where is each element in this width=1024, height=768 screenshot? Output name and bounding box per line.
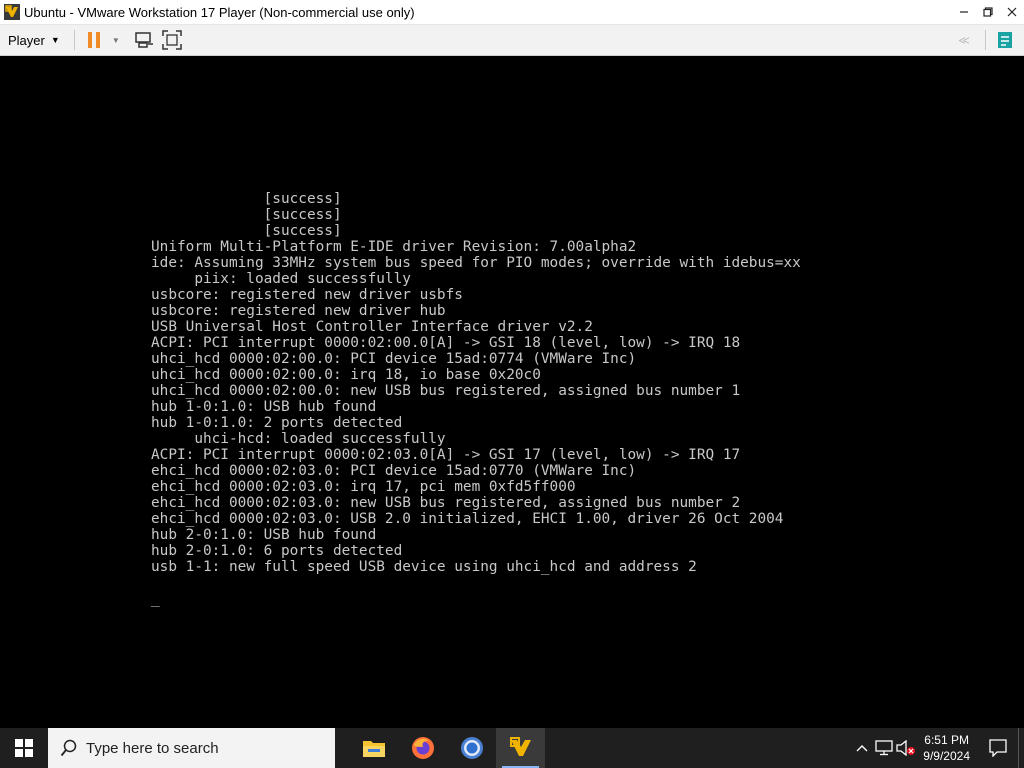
vmware-player-icon: [508, 736, 533, 760]
taskbar-chrome[interactable]: [447, 728, 496, 768]
player-menu[interactable]: Player ▼: [0, 25, 68, 55]
console-cursor: _: [151, 591, 160, 607]
toolbar-divider: [73, 30, 75, 50]
console-line: ACPI: PCI interrupt 0000:02:00.0[A] -> G…: [151, 335, 741, 351]
notes-button[interactable]: [992, 27, 1018, 53]
windows-taskbar: Type here to search 6:51 PM 9/9/2024: [0, 728, 1024, 768]
taskbar-file-explorer[interactable]: [349, 728, 398, 768]
window-title: Ubuntu - VMware Workstation 17 Player (N…: [24, 4, 415, 20]
player-menu-label: Player: [8, 32, 45, 48]
console-line: [success]: [151, 191, 342, 207]
pause-dropdown-button[interactable]: ▼: [109, 27, 123, 53]
send-ctrl-alt-del-button[interactable]: [131, 27, 157, 53]
start-button[interactable]: [0, 728, 48, 768]
tray-overflow-button[interactable]: [851, 744, 873, 752]
chrome-icon: [460, 737, 483, 759]
pause-icon: [87, 32, 100, 48]
console-line: ehci_hcd 0000:02:03.0: PCI device 15ad:0…: [151, 463, 637, 479]
volume-button[interactable]: [895, 740, 917, 756]
back-button[interactable]: ≪: [951, 27, 977, 53]
console-line: hub 1-0:1.0: USB hub found: [151, 399, 377, 415]
console-line: ACPI: PCI interrupt 0000:02:03.0[A] -> G…: [151, 447, 741, 463]
fullscreen-button[interactable]: [159, 27, 185, 53]
notification-icon: [989, 739, 1007, 757]
send-ctrl-alt-del-icon: [135, 32, 153, 48]
fullscreen-icon: [162, 30, 182, 50]
file-explorer-icon: [362, 741, 385, 757]
minimize-button[interactable]: [952, 0, 976, 24]
console-line: piix: loaded successfully: [151, 271, 411, 287]
console-line: ehci_hcd 0000:02:03.0: USB 2.0 initializ…: [151, 511, 784, 527]
player-toolbar: Player ▼ ▼ ≪: [0, 25, 1024, 56]
title-bar: Ubuntu - VMware Workstation 17 Player (N…: [0, 0, 1024, 25]
console-line: uhci-hcd: loaded successfully: [151, 431, 446, 447]
minimize-icon: [960, 11, 968, 13]
console-line: Uniform Multi-Platform E-IDE driver Revi…: [151, 239, 637, 255]
system-tray: 6:51 PM 9/9/2024: [851, 728, 1024, 768]
console-line: usbcore: registered new driver usbfs: [151, 287, 463, 303]
firefox-icon: [411, 737, 434, 759]
chevron-down-icon: ▼: [50, 35, 60, 45]
search-icon: [60, 739, 78, 757]
console-line: [success]: [151, 207, 342, 223]
network-icon: [875, 740, 893, 756]
pause-button[interactable]: [81, 27, 107, 53]
notification-center-button[interactable]: [978, 728, 1018, 768]
console-line: hub 2-0:1.0: 6 ports detected: [151, 543, 403, 559]
maximize-button[interactable]: [976, 0, 1000, 24]
console-line: usbcore: registered new driver hub: [151, 303, 446, 319]
clock-date: 9/9/2024: [923, 749, 970, 763]
console-line: uhci_hcd 0000:02:00.0: new USB bus regis…: [151, 383, 741, 399]
console-line: [success]: [151, 223, 342, 239]
volume-muted-icon: [896, 740, 916, 756]
notes-icon: [998, 32, 1012, 48]
clock-time: 6:51 PM: [924, 733, 969, 747]
taskbar-vmware-player[interactable]: [496, 728, 545, 768]
windows-logo-icon: [15, 739, 33, 757]
console-line: hub 2-0:1.0: USB hub found: [151, 527, 377, 543]
search-placeholder: Type here to search: [86, 739, 219, 757]
dropdown-icon: ▼: [111, 35, 120, 45]
console-line: ehci_hcd 0000:02:03.0: irq 17, pci mem 0…: [151, 479, 576, 495]
console-line: ehci_hcd 0000:02:03.0: new USB bus regis…: [151, 495, 741, 511]
taskbar-firefox[interactable]: [398, 728, 447, 768]
maximize-icon: [983, 7, 993, 17]
console-line: uhci_hcd 0000:02:00.0: irq 18, io base 0…: [151, 367, 541, 383]
chevron-up-icon: [856, 745, 868, 752]
console-line: usb 1-1: new full speed USB device using…: [151, 559, 697, 575]
taskbar-clock[interactable]: 6:51 PM 9/9/2024: [923, 732, 970, 764]
console-output: [success] [success] [success] Uniform Mul…: [151, 191, 801, 607]
console-line: uhci_hcd 0000:02:00.0: PCI device 15ad:0…: [151, 351, 637, 367]
taskbar-search-box[interactable]: Type here to search: [48, 728, 335, 768]
close-icon: [1007, 7, 1017, 17]
toolbar-divider-right: [985, 30, 986, 50]
console-line: ide: Assuming 33MHz system bus speed for…: [151, 255, 801, 271]
vm-console[interactable]: [success] [success] [success] Uniform Mul…: [0, 56, 1024, 728]
vmware-app-icon: [4, 4, 20, 20]
console-line: USB Universal Host Controller Interface …: [151, 319, 593, 335]
close-button[interactable]: [1000, 0, 1024, 24]
console-line: hub 1-0:1.0: 2 ports detected: [151, 415, 403, 431]
show-desktop-button[interactable]: [1018, 728, 1024, 768]
back-arrow-icon: ≪: [958, 34, 970, 47]
network-button[interactable]: [873, 740, 895, 756]
